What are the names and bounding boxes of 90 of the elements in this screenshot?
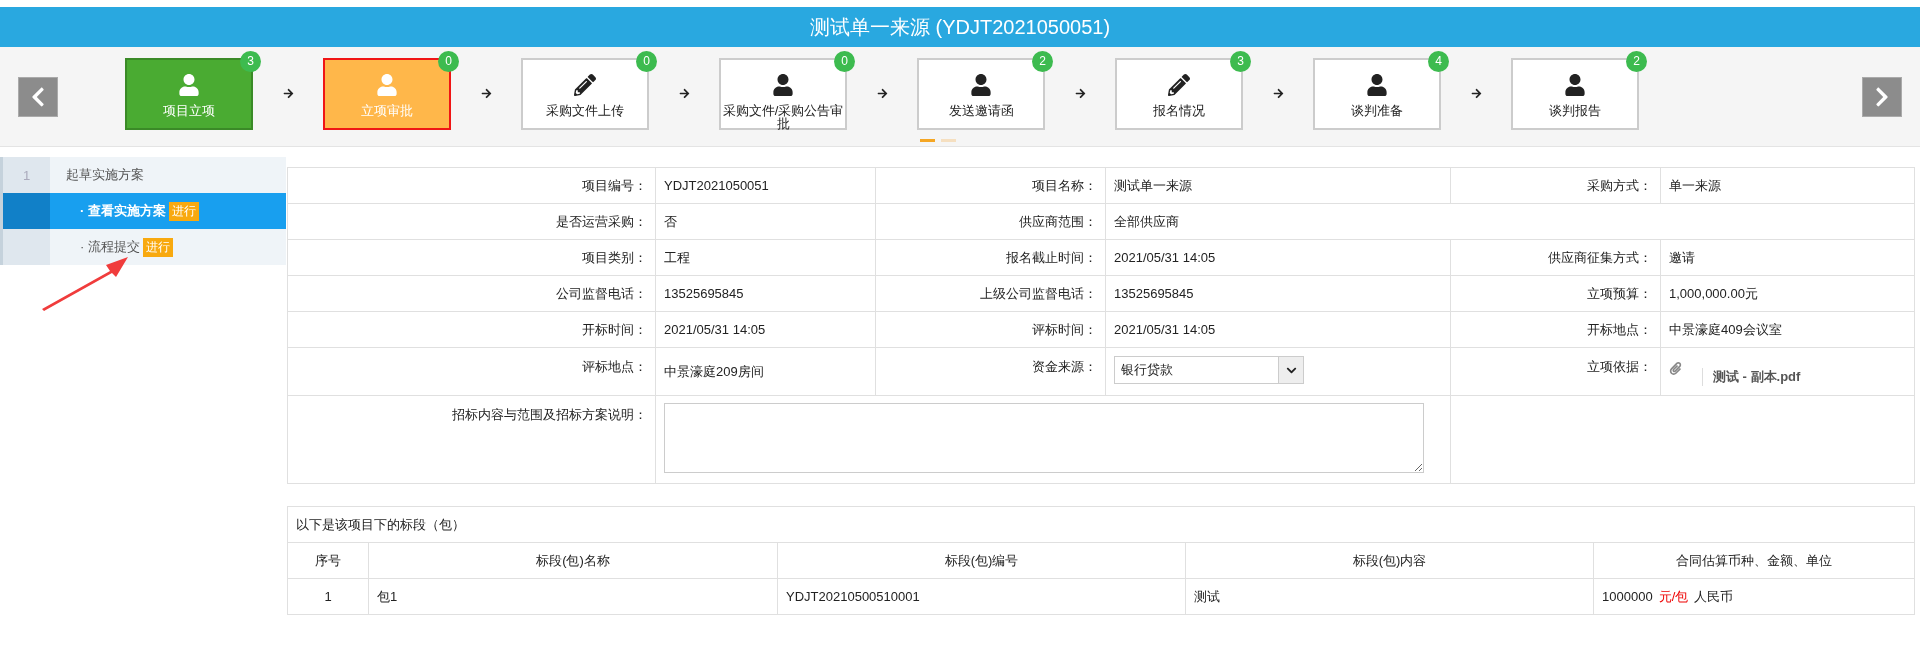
column-header: 序号 xyxy=(315,552,341,568)
count-badge: 2 xyxy=(1626,50,1647,72)
count-badge: 3 xyxy=(240,50,261,72)
step-label: 谈判准备 xyxy=(1351,103,1403,117)
user-icon xyxy=(970,73,992,96)
arrow-right-icon xyxy=(480,88,492,99)
field-label: 开标地点： xyxy=(1587,321,1652,337)
field-label: 招标内容与范围及招标方案说明： xyxy=(452,407,647,422)
field-value: 邀请 xyxy=(1669,249,1695,265)
field-label: 采购方式： xyxy=(1587,177,1652,193)
field-label: 资金来源： xyxy=(1032,359,1097,374)
description-textarea[interactable] xyxy=(664,403,1424,473)
field-value: 2021/05/31 14:05 xyxy=(1114,322,1216,337)
paperclip-icon xyxy=(1669,361,1682,375)
field-label: 报名截止时间： xyxy=(1006,249,1097,265)
file-link[interactable]: 测试 - 副本.pdf xyxy=(1702,367,1801,386)
count-badge: 0 xyxy=(834,50,855,72)
page-title: 测试单一来源 (YDJT2021050051) xyxy=(0,7,1920,47)
count-badge: 0 xyxy=(438,50,459,72)
count-badge: 2 xyxy=(1032,50,1053,72)
column-header: 合同估算币种、金额、单位 xyxy=(1676,552,1832,568)
table-cell: 1 xyxy=(324,589,332,604)
user-icon xyxy=(1366,73,1388,96)
arrow-right-icon xyxy=(1272,88,1284,99)
arrow-right-icon xyxy=(876,88,888,99)
count-badge: 4 xyxy=(1428,50,1449,72)
field-label: 项目类别： xyxy=(582,249,647,265)
arrow-right-icon xyxy=(1074,88,1086,99)
field-value: 13525695845 xyxy=(664,286,744,301)
step-label: 项目立项 xyxy=(163,103,215,117)
step-label: 立项审批 xyxy=(361,103,413,117)
field-label: 是否运营采购： xyxy=(556,213,647,229)
table-cell: 包1 xyxy=(377,588,398,604)
arrow-right-icon xyxy=(1470,88,1482,99)
arrow-right-icon xyxy=(678,88,690,99)
sidebar-indent-cell xyxy=(0,229,50,265)
field-label: 供应商征集方式： xyxy=(1548,249,1652,265)
field-value: YDJT2021050051 xyxy=(664,178,769,193)
field-value: 2021/05/31 14:05 xyxy=(1114,250,1216,265)
previous-button[interactable] xyxy=(18,76,58,117)
field-label: 上级公司监督电话： xyxy=(980,285,1097,301)
field-value: 中景濠庭409会议室 xyxy=(1669,321,1782,337)
sidebar-group-title: 起草实施方案 xyxy=(65,166,144,184)
field-value: 1,000,000.00元 xyxy=(1669,285,1758,301)
field-label: 供应商范围： xyxy=(1019,213,1097,229)
amount-text: 1000000 xyxy=(1602,588,1653,604)
sidebar-indent-cell xyxy=(0,193,50,229)
user-icon xyxy=(376,73,398,96)
user-icon xyxy=(1564,73,1586,96)
unit-text: 元/包 xyxy=(1658,588,1689,604)
count-badge: 0 xyxy=(636,50,657,72)
field-value: 中景濠庭209房间 xyxy=(664,363,764,379)
table-cell: YDJT20210500510001 xyxy=(786,589,920,604)
field-value: 2021/05/31 14:05 xyxy=(664,322,766,337)
field-label: 项目名称： xyxy=(1032,177,1097,193)
count-badge: 3 xyxy=(1230,50,1251,72)
step-label: 报名情况 xyxy=(1153,103,1205,117)
field-value: 否 xyxy=(664,213,677,229)
field-label: 立项依据： xyxy=(1587,359,1652,374)
arrow-right-icon xyxy=(282,88,294,99)
step-label: 谈判报告 xyxy=(1549,103,1601,117)
pencil-icon xyxy=(574,73,596,96)
currency-text: 人民币 xyxy=(1694,588,1734,604)
field-value: 13525695845 xyxy=(1114,286,1194,301)
user-icon xyxy=(772,73,794,96)
step-label: 发送邀请函 xyxy=(948,103,1014,117)
step-label: 采购文件上传 xyxy=(546,103,624,117)
column-header: 标段(包)编号 xyxy=(944,552,1019,568)
field-value: 全部供应商 xyxy=(1114,213,1179,229)
pencil-icon xyxy=(1168,73,1190,96)
field-label: 公司监督电话： xyxy=(556,285,647,301)
select-field[interactable]: 银行贷款 xyxy=(1114,356,1304,384)
field-label: 立项预算： xyxy=(1587,285,1652,301)
column-header: 标段(包)名称 xyxy=(536,552,610,568)
step-label: 采购文件/采购公告审批 xyxy=(721,103,845,130)
field-value: 工程 xyxy=(664,249,690,265)
field-label: 项目编号： xyxy=(582,177,647,193)
table-cell: 测试 xyxy=(1194,588,1220,604)
field-label: 评标时间： xyxy=(1032,321,1097,337)
table-caption: 以下是该项目下的标段（包） xyxy=(296,516,465,532)
status-tag: 进行 xyxy=(142,237,173,257)
user-icon xyxy=(178,73,200,96)
status-tag: 进行 xyxy=(168,201,199,221)
next-button[interactable] xyxy=(1862,76,1902,117)
field-value: 测试单一来源 xyxy=(1114,177,1192,193)
field-label: 开标时间： xyxy=(582,321,647,337)
field-value: 单一来源 xyxy=(1669,177,1721,193)
column-header: 标段(包)内容 xyxy=(1352,552,1427,568)
field-label: 评标地点： xyxy=(582,359,647,374)
step-number: 1 xyxy=(0,157,50,193)
